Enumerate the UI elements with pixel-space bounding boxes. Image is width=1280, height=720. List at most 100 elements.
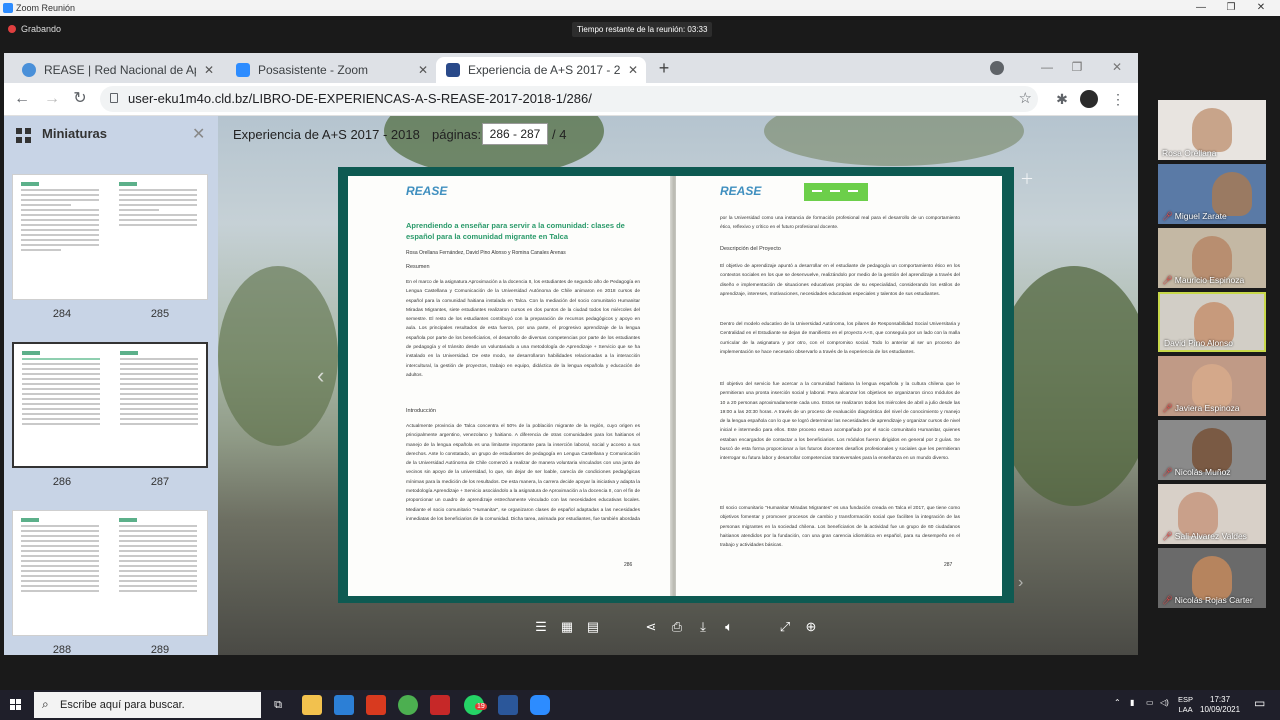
back-arrow-icon[interactable]: ← (10, 87, 34, 111)
task-view-icon[interactable]: ⧉ (268, 695, 288, 715)
participant-video (1192, 108, 1232, 152)
tray-chevron-icon[interactable]: ⌃ (1114, 698, 1121, 707)
more-menu-icon[interactable]: ⋮ (1106, 87, 1130, 111)
close-tab-icon[interactable]: ✕ (204, 57, 214, 83)
share-icon[interactable]: ⋖ (640, 616, 662, 638)
thumb-page-number: 286 (52, 476, 72, 488)
list-view-icon[interactable]: ☰ (530, 616, 552, 638)
page-287[interactable]: REASE por la Universidad como una instan… (676, 176, 1002, 596)
muted-mic-icon: 🎤︎ (1162, 531, 1173, 541)
notification-badge: 19 (475, 703, 487, 710)
muted-mic-icon: 🎤︎ (1162, 595, 1173, 605)
close-thumbnails-icon[interactable]: ✕ (192, 124, 205, 144)
participant-tile[interactable]: 🎤︎ Nicolás Rojas Carter (1158, 548, 1266, 608)
grid-view-icon[interactable]: ▦ (556, 616, 578, 638)
forward-arrow-icon[interactable]: → (40, 87, 64, 111)
recording-label: Grabando (21, 24, 62, 34)
thumb-page-number: 288 (52, 644, 72, 655)
search-placeholder: Escribe aquí para buscar. (60, 699, 185, 711)
close-window-button[interactable]: ✕ (1248, 0, 1274, 16)
intro-text: Actualmente provincia de Talca concentra… (406, 424, 640, 522)
recording-indicator[interactable]: Grabando (8, 24, 61, 34)
tab-experiencia[interactable]: Experiencia de A+S 2017 - 2018 ✕ (436, 57, 646, 83)
thumbnails-title: Miniaturas (42, 126, 108, 141)
search-icon: ⌕ (42, 697, 49, 711)
pinned-app-icon[interactable] (430, 695, 450, 715)
office-icon[interactable] (366, 695, 386, 715)
participant-tile[interactable]: 🎤︎ Sali Alvarez Valdes (1158, 484, 1266, 544)
close-tab-icon[interactable]: ✕ (628, 57, 638, 83)
notifications-icon[interactable]: ▭ (1254, 696, 1265, 710)
word-icon[interactable] (498, 695, 518, 715)
zoom-logo-icon (3, 3, 13, 13)
chrome-restore-button[interactable]: ❐ (1062, 55, 1092, 79)
download-icon[interactable]: ⤓ (692, 616, 714, 638)
rease-logo: REASE (406, 184, 448, 198)
participant-tile[interactable]: 🎤︎ Mauricio Espinoza (1158, 228, 1266, 288)
participant-video (1212, 172, 1252, 216)
article-heading: Aprendiendo a enseñar para servir a la c… (406, 221, 625, 241)
participant-name: 🎤︎ Miguel Zarate (1162, 211, 1227, 221)
pages-total: / 4 (552, 127, 567, 142)
tray-mic-icon[interactable]: ▮ (1130, 698, 1134, 707)
chat-bubbles-icon (804, 183, 868, 201)
zoom-app-icon[interactable] (530, 695, 550, 715)
muted-mic-icon: 🎤︎ (1162, 403, 1173, 413)
comment-icon[interactable]: ▤ (582, 616, 604, 638)
page-286[interactable]: REASE Aprendiendo a enseñar para servir … (348, 176, 672, 596)
tab-rease[interactable]: REASE | Red Nacional de Aprendiz ✕ (12, 57, 222, 83)
file-explorer-icon[interactable] (302, 695, 322, 715)
participant-tile[interactable]: 🎤︎ Miguel Zarate (1158, 164, 1266, 224)
participant-tile[interactable]: 🎤︎ Javiera Espinoza (1158, 356, 1266, 416)
thumbnail-286-287[interactable] (12, 342, 208, 468)
muted-mic-icon: 🎤︎ (1162, 275, 1173, 285)
thumbnails-header: Miniaturas ✕ (4, 116, 218, 152)
tab-search-icon[interactable] (990, 61, 1004, 75)
zoom-in-icon[interactable]: ⊕ (800, 616, 822, 638)
language-indicator[interactable]: ESP LAA (1178, 695, 1193, 715)
new-tab-button[interactable]: + (652, 56, 676, 80)
participant-tile[interactable]: 🎤︎ Nicolás Muñoz (1158, 420, 1266, 480)
participant-tile[interactable]: Rosa Orellana (1158, 100, 1266, 160)
participant-tile-speaking[interactable]: David Pino Alonso (1158, 292, 1266, 352)
page-number-input[interactable]: 286 - 287 (482, 123, 548, 145)
close-tab-icon[interactable]: ✕ (418, 57, 428, 83)
participant-name: Rosa Orellana (1162, 148, 1217, 158)
print-icon[interactable]: ⎙ (666, 616, 688, 638)
next-page-arrow-icon[interactable]: › (1018, 574, 1023, 592)
system-clock[interactable]: 17:37 10/09/2021 (1200, 695, 1240, 715)
participant-name: David Pino Alonso (1164, 338, 1233, 348)
url-text: user-eku1m4o.cld.bz/LIBRO-DE-EXPERIENCAS… (128, 91, 592, 106)
maximize-window-button[interactable]: ❐ (1218, 0, 1244, 16)
windows-start-icon[interactable] (10, 699, 22, 711)
extensions-icon[interactable]: ✱ (1050, 87, 1074, 111)
mail-icon[interactable] (334, 695, 354, 715)
minimize-window-button[interactable]: — (1188, 0, 1214, 16)
tab-posasistente-zoom[interactable]: Posasistente - Zoom ✕ (226, 57, 436, 83)
participant-name: 🎤︎ Javiera Espinoza (1162, 403, 1240, 413)
zoom-icon (236, 63, 250, 77)
address-bar[interactable]: user-eku1m4o.cld.bz/LIBRO-DE-EXPERIENCAS… (100, 86, 1038, 112)
thumb-page-number: 285 (150, 308, 170, 320)
whatsapp-icon[interactable]: 19 (464, 695, 487, 715)
chrome-icon[interactable] (398, 695, 418, 715)
zoom-in-corner-icon[interactable]: ＋ (1020, 169, 1034, 187)
volume-icon[interactable]: ◁) (1160, 698, 1169, 707)
sound-icon[interactable]: 🔈︎ (718, 616, 740, 638)
reload-icon[interactable]: ↻ (68, 87, 92, 111)
tab-label: Experiencia de A+S 2017 - 2018 (468, 63, 620, 77)
bookmark-star-icon[interactable]: ☆ (1019, 86, 1032, 112)
paragraph-5: El socio comunitario "Humanitar Miradas … (720, 506, 960, 549)
meeting-timer: Tiempo restante de la reunión: 03:33 (572, 22, 713, 37)
network-icon[interactable]: ▭ (1146, 698, 1154, 707)
fullscreen-icon[interactable]: ⤢ (774, 616, 796, 638)
previous-page-arrow-icon[interactable]: ‹ (317, 363, 324, 389)
avatar[interactable] (1080, 90, 1098, 108)
thumbnail-288-289[interactable] (12, 510, 208, 636)
chrome-minimize-button[interactable]: — (1032, 55, 1062, 79)
tab-strip: REASE | Red Nacional de Aprendiz ✕ Posas… (4, 53, 1138, 83)
participant-name: 🎤︎ Nicolás Muñoz (1162, 467, 1231, 477)
taskbar-search[interactable]: ⌕ Escribe aquí para buscar. (34, 692, 261, 718)
chrome-close-button[interactable]: ✕ (1102, 55, 1132, 79)
thumbnail-284-285[interactable] (12, 174, 208, 300)
